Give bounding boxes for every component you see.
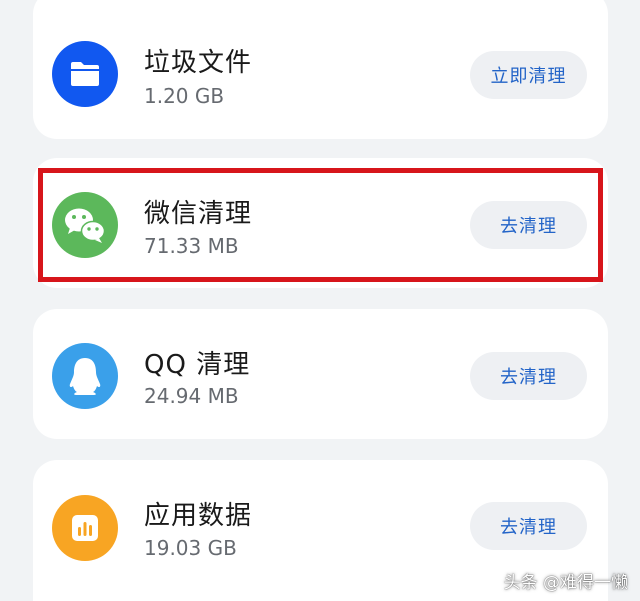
app-data-size: 19.03 GB (144, 536, 237, 560)
wechat-go-clean-button[interactable]: 去清理 (470, 201, 587, 249)
junk-files-title: 垃圾文件 (144, 48, 253, 78)
app-data-go-clean-button[interactable]: 去清理 (470, 502, 587, 550)
qq-penguin-icon (52, 343, 118, 409)
wechat-icon (52, 192, 118, 258)
junk-files-size: 1.20 GB (144, 84, 225, 108)
wechat-cleanup-title: 微信清理 (144, 199, 253, 229)
qq-cleanup-card[interactable]: QQ 清理 24.94 MB 去清理 (33, 309, 608, 439)
wechat-cleanup-card[interactable]: 微信清理 71.33 MB 去清理 (33, 158, 608, 288)
clean-now-button[interactable]: 立即清理 (470, 51, 587, 99)
watermark: 头条 @难得一懒 (503, 573, 628, 593)
junk-files-card[interactable]: 垃圾文件 1.20 GB 立即清理 (33, 0, 608, 139)
cleanup-screen: 垃圾文件 1.20 GB 立即清理 微信清理 71.33 MB 去清理 QQ 清… (0, 0, 640, 601)
wechat-cleanup-size: 71.33 MB (144, 234, 239, 258)
qq-cleanup-size: 24.94 MB (144, 384, 239, 408)
app-data-title: 应用数据 (144, 501, 253, 531)
qq-go-clean-button[interactable]: 去清理 (470, 352, 587, 400)
folder-icon (52, 41, 118, 107)
bar-chart-icon (52, 495, 118, 561)
qq-cleanup-title: QQ 清理 (144, 350, 251, 380)
